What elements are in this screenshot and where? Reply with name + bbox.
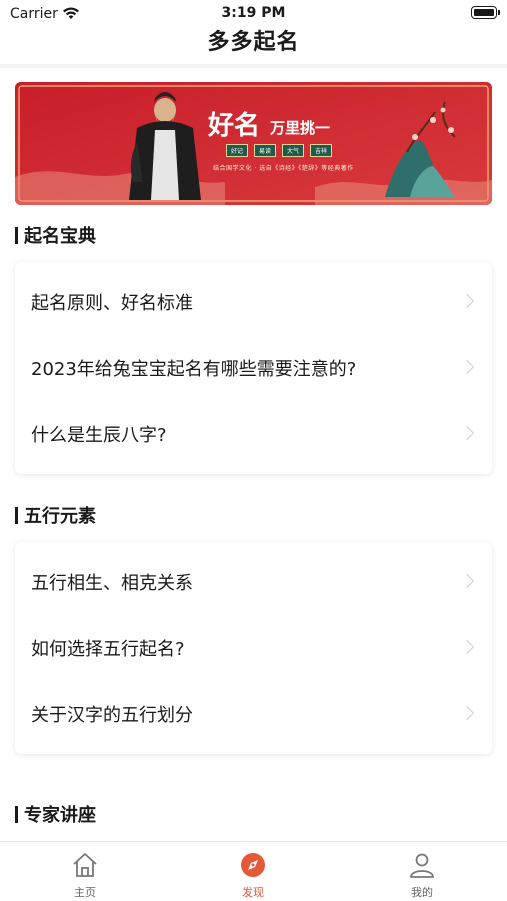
section-title: 专家讲座 [24,805,96,826]
banner-tag: 大气 [282,144,305,157]
battery-icon [471,6,500,19]
naming-guide-card: 起名原则、好名标准 2023年给兔宝宝起名有哪些需要注意的? 什么是生辰八字? [15,262,492,474]
list-item-label: 如何选择五行起名? [31,639,185,660]
banner-tag: 易读 [254,144,277,157]
tab-label: 我的 [411,886,433,899]
banner-tag: 好记 [226,144,249,157]
banner-subheadline: 万里挑一 [270,119,331,137]
home-icon [73,853,97,877]
five-elements-card: 五行相生、相克关系 如何选择五行起名? 关于汉字的五行划分 [15,542,492,754]
section-title: 五行元素 [24,506,96,527]
tab-label: 主页 [74,886,96,899]
section-header-five-elements: 五行元素 [15,502,96,528]
section-marker [15,506,18,524]
list-item[interactable]: 如何选择五行起名? [15,615,492,681]
tab-profile[interactable]: 我的 [372,842,472,900]
banner-headline: 好名 [208,111,261,141]
section-title: 起名宝典 [24,226,96,247]
list-item-label: 五行相生、相克关系 [31,573,193,594]
divider [0,64,507,68]
list-item[interactable]: 什么是生辰八字? [15,401,492,467]
tab-home[interactable]: 主页 [35,842,135,900]
tab-discover[interactable]: 发现 [203,842,303,900]
tab-label: 发现 [242,886,264,899]
compass-icon [241,853,265,877]
list-item-label: 2023年给兔宝宝起名有哪些需要注意的? [31,359,357,380]
section-marker [15,226,18,244]
section-header-expert-lectures: 专家讲座 [15,801,96,827]
clock: 3:19 PM [221,5,286,21]
banner-tags: 好记 易读 大气 吉祥 [226,144,333,157]
tab-bar: 主页 发现 我的 [0,841,507,901]
list-item-label: 什么是生辰八字? [31,425,167,446]
list-item-label: 关于汉字的五行划分 [31,705,193,726]
page-title: 多多起名 [207,29,300,55]
list-item[interactable]: 起名原则、好名标准 [15,269,492,335]
list-item-label: 起名原则、好名标准 [31,293,193,314]
list-item[interactable]: 五行相生、相克关系 [15,549,492,615]
section-header-naming-guide: 起名宝典 [15,222,96,248]
list-item[interactable]: 关于汉字的五行划分 [15,681,492,747]
list-item[interactable]: 2023年给兔宝宝起名有哪些需要注意的? [15,335,492,401]
banner-description: 结合国学文化 · 选自《诗经》《楚辞》等经典著作 [213,165,354,172]
user-icon [410,853,434,878]
banner-tag: 吉祥 [310,144,333,157]
section-marker [15,805,18,823]
